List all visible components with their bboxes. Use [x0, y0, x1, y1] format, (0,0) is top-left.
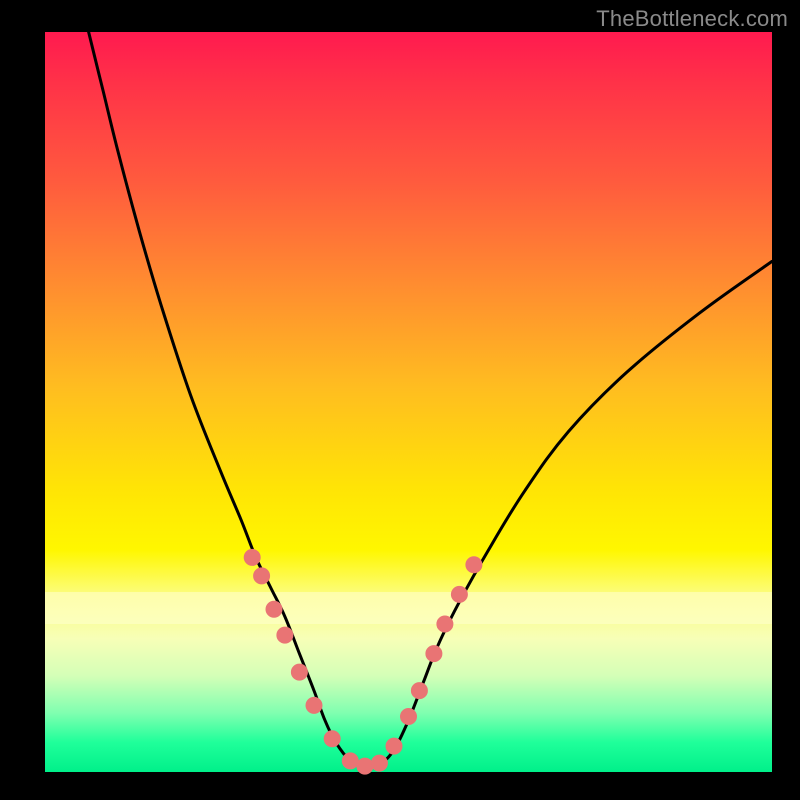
- data-point: [451, 586, 467, 602]
- data-point: [401, 709, 417, 725]
- data-point: [277, 627, 293, 643]
- data-point: [386, 738, 402, 754]
- data-point: [466, 557, 482, 573]
- chart-frame: TheBottleneck.com: [0, 0, 800, 800]
- data-point: [244, 549, 260, 565]
- curve-left-branch: [89, 32, 365, 768]
- data-point: [437, 616, 453, 632]
- curve-layer: [45, 32, 772, 772]
- data-point: [371, 755, 387, 771]
- watermark-text: TheBottleneck.com: [596, 6, 788, 32]
- data-point: [426, 646, 442, 662]
- plot-area: [45, 32, 772, 772]
- data-point: [306, 697, 322, 713]
- data-point: [254, 568, 270, 584]
- data-point: [357, 758, 373, 774]
- data-point: [324, 731, 340, 747]
- data-point: [342, 753, 358, 769]
- data-point: [291, 664, 307, 680]
- data-point: [266, 601, 282, 617]
- data-point: [411, 683, 427, 699]
